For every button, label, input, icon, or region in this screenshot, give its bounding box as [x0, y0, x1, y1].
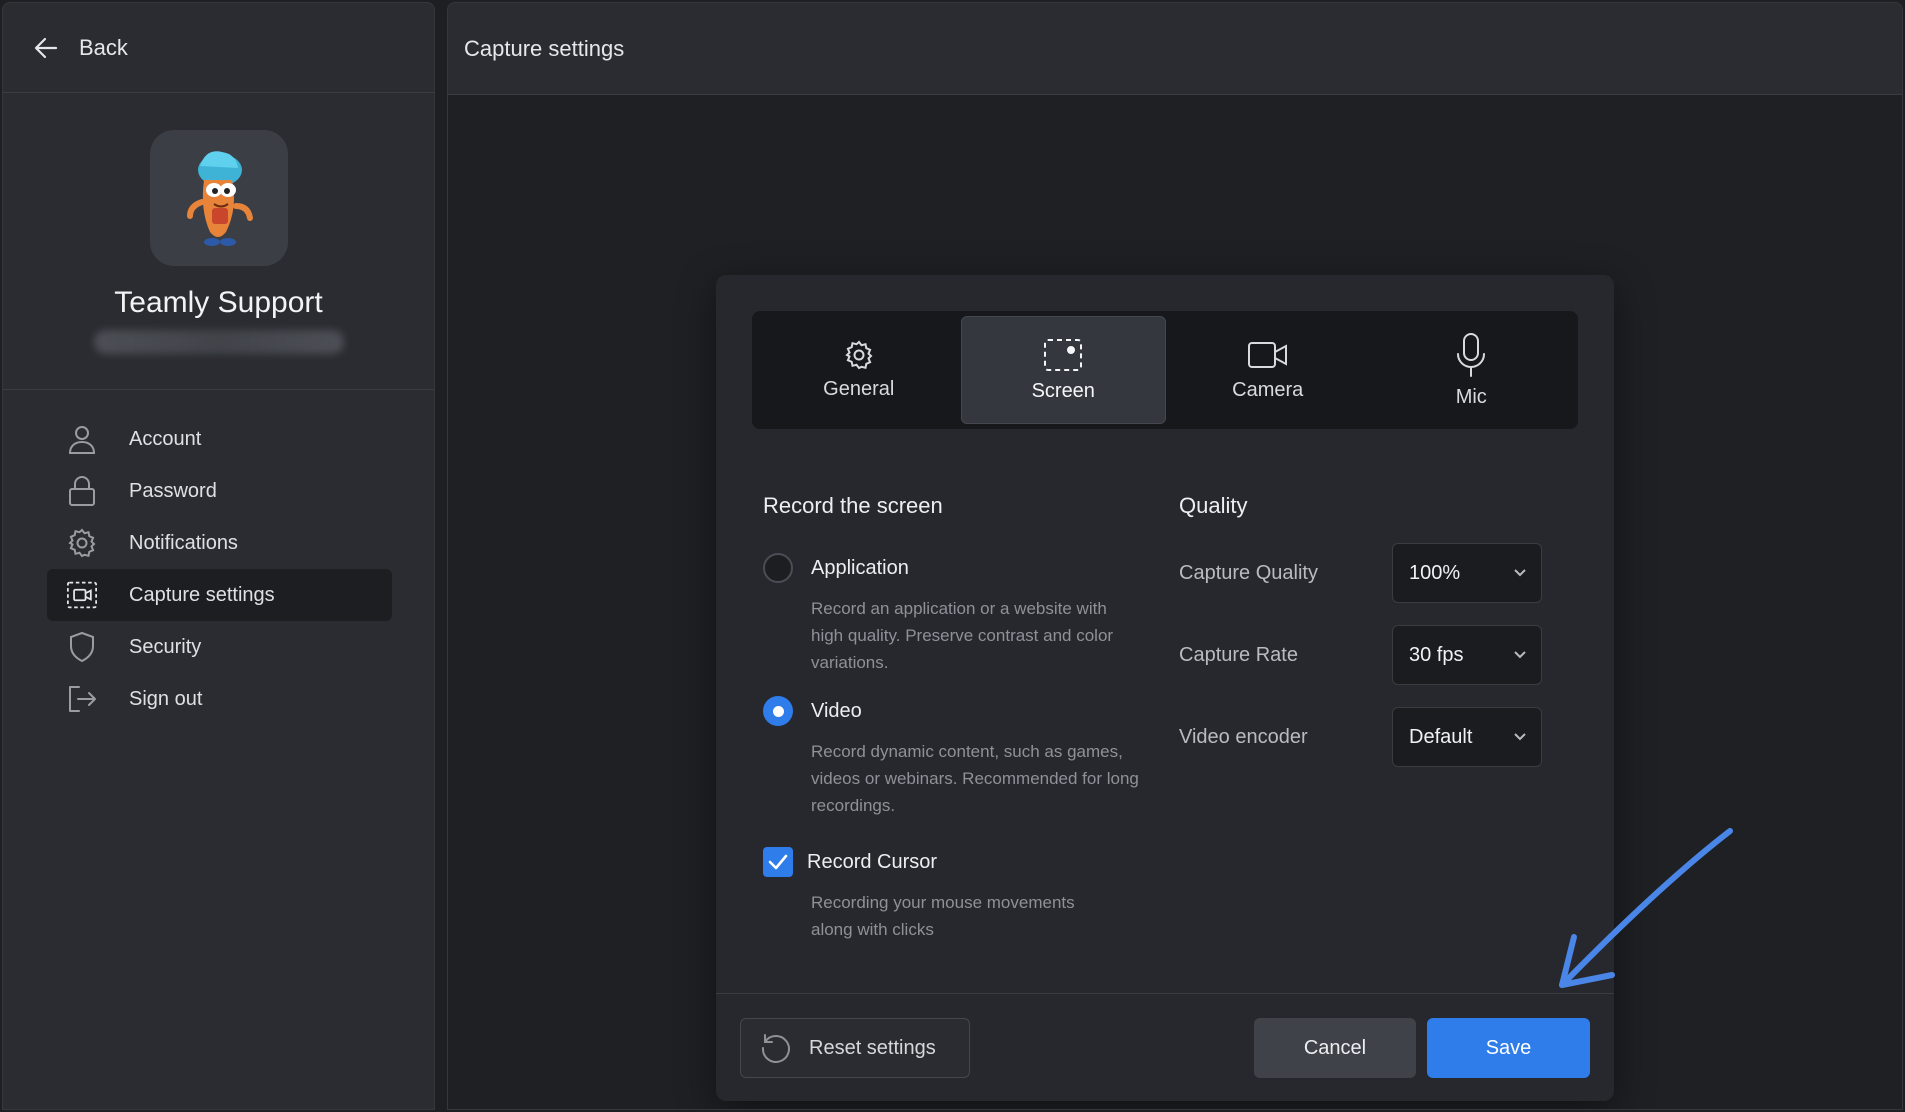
reset-settings-button[interactable]: Reset settings	[740, 1018, 970, 1078]
video-description: Record dynamic content, such as games, v…	[811, 742, 1139, 815]
sidebar-item-security[interactable]: Security	[47, 621, 392, 673]
save-label: Save	[1485, 1036, 1532, 1059]
record-cursor-description: Recording your mouse movements along wit…	[811, 893, 1075, 939]
video-radio-row[interactable]: Video	[763, 696, 1143, 726]
sidebar-item-label: Account	[129, 427, 202, 450]
tab-mic[interactable]: Mic	[1370, 316, 1574, 424]
record-cursor-option: Record Cursor Recording your mouse movem…	[763, 847, 1143, 943]
sidebar-item-label: Notifications	[129, 531, 238, 554]
application-option: Application Record an application or a w…	[763, 553, 1143, 676]
back-label: Back	[79, 34, 128, 60]
quality-fields: Capture Quality 100% Capture Rate 30 fps	[1179, 543, 1559, 767]
record-cursor-checkbox[interactable]	[763, 847, 793, 877]
application-radio[interactable]	[763, 553, 793, 583]
reset-icon	[761, 1034, 790, 1063]
sidebar-item-label: Security	[129, 635, 202, 658]
sidebar-item-label: Capture settings	[129, 583, 275, 606]
sidebar-item-label: Sign out	[129, 687, 203, 710]
application-label: Application	[811, 556, 909, 579]
video-encoder-value: Default	[1409, 725, 1473, 748]
reset-settings-label: Reset settings	[809, 1036, 936, 1059]
profile-name: Teamly Support	[114, 286, 323, 319]
tab-label: General	[823, 377, 895, 400]
chevron-down-icon	[1514, 569, 1526, 577]
capture-rate-row: Capture Rate 30 fps	[1179, 625, 1542, 685]
quality-section: Quality Capture Quality 100% Capture Rat…	[1179, 493, 1559, 767]
video-radio[interactable]	[763, 696, 793, 726]
video-encoder-label: Video encoder	[1179, 725, 1308, 748]
application-description: Record an application or a website with …	[811, 599, 1114, 672]
tab-label: Camera	[1232, 378, 1304, 401]
tab-screen[interactable]: Screen	[960, 316, 1166, 424]
capture-quality-row: Capture Quality 100%	[1179, 543, 1542, 603]
sidebar-item-account[interactable]: Account	[47, 413, 392, 465]
capture-quality-select[interactable]: 100%	[1392, 543, 1542, 603]
arrow-left-icon	[34, 37, 58, 58]
user-icon	[67, 424, 97, 454]
video-encoder-row: Video encoder Default	[1179, 707, 1542, 767]
settings-nav: Account Password Notifications Capture s…	[3, 390, 434, 725]
tab-label: Screen	[1031, 379, 1095, 402]
quality-section-title: Quality	[1179, 493, 1248, 518]
gear-icon	[845, 340, 873, 369]
capture-rate-select[interactable]: 30 fps	[1392, 625, 1542, 685]
record-cursor-label: Record Cursor	[807, 850, 938, 873]
camera-icon	[1247, 341, 1287, 368]
tab-camera[interactable]: Camera	[1166, 316, 1370, 424]
record-section-title: Record the screen	[763, 493, 943, 518]
tab-label: Mic	[1455, 385, 1487, 408]
back-button[interactable]: Back	[3, 3, 434, 93]
avatar[interactable]	[149, 130, 288, 266]
video-encoder-select[interactable]: Default	[1392, 707, 1542, 767]
shield-icon	[67, 631, 97, 663]
app-window: Back Teamly Support Account Password Not…	[0, 0, 1905, 1112]
cancel-label: Cancel	[1303, 1036, 1367, 1059]
lock-icon	[67, 476, 97, 506]
sidebar: Back Teamly Support Account Password Not…	[2, 2, 435, 1110]
checkmark-icon	[768, 854, 788, 870]
microphone-icon	[1457, 332, 1486, 377]
sidebar-item-sign-out[interactable]: Sign out	[47, 673, 392, 725]
capture-rate-value: 30 fps	[1409, 643, 1464, 666]
capture-quality-label: Capture Quality	[1179, 561, 1318, 584]
gear-icon	[67, 528, 97, 558]
dialog-footer: Reset settings Cancel Save	[716, 993, 1614, 1101]
chevron-down-icon	[1514, 733, 1526, 741]
capture-icon	[67, 580, 97, 610]
settings-tabs: General Screen Camera Mic	[752, 311, 1578, 429]
save-button[interactable]: Save	[1427, 1018, 1590, 1078]
sidebar-item-notifications[interactable]: Notifications	[47, 517, 392, 569]
carrot-mascot-icon	[186, 151, 253, 246]
sidebar-item-password[interactable]: Password	[47, 465, 392, 517]
capture-settings-dialog: General Screen Camera Mic Record the scr…	[716, 275, 1614, 1101]
annotation-arrow-icon	[1559, 828, 1733, 988]
cancel-button[interactable]: Cancel	[1254, 1018, 1416, 1078]
record-cursor-row[interactable]: Record Cursor	[763, 847, 1143, 877]
tab-general[interactable]: General	[757, 316, 961, 424]
video-option: Video Record dynamic content, such as ga…	[763, 696, 1143, 819]
sidebar-item-capture-settings[interactable]: Capture settings	[47, 569, 392, 621]
main-header: Capture settings	[448, 3, 1902, 95]
sign-out-icon	[67, 684, 97, 714]
chevron-down-icon	[1514, 651, 1526, 659]
capture-quality-value: 100%	[1409, 561, 1461, 584]
video-label: Video	[811, 699, 862, 722]
capture-rate-label: Capture Rate	[1179, 643, 1298, 666]
profile-card: Teamly Support	[3, 93, 434, 390]
profile-email-redacted	[93, 330, 344, 354]
sidebar-item-label: Password	[129, 479, 217, 502]
application-radio-row[interactable]: Application	[763, 553, 1143, 583]
screen-capture-icon	[1044, 338, 1083, 371]
page-title: Capture settings	[464, 35, 625, 61]
record-screen-section: Record the screen Application Record an …	[763, 493, 1143, 943]
